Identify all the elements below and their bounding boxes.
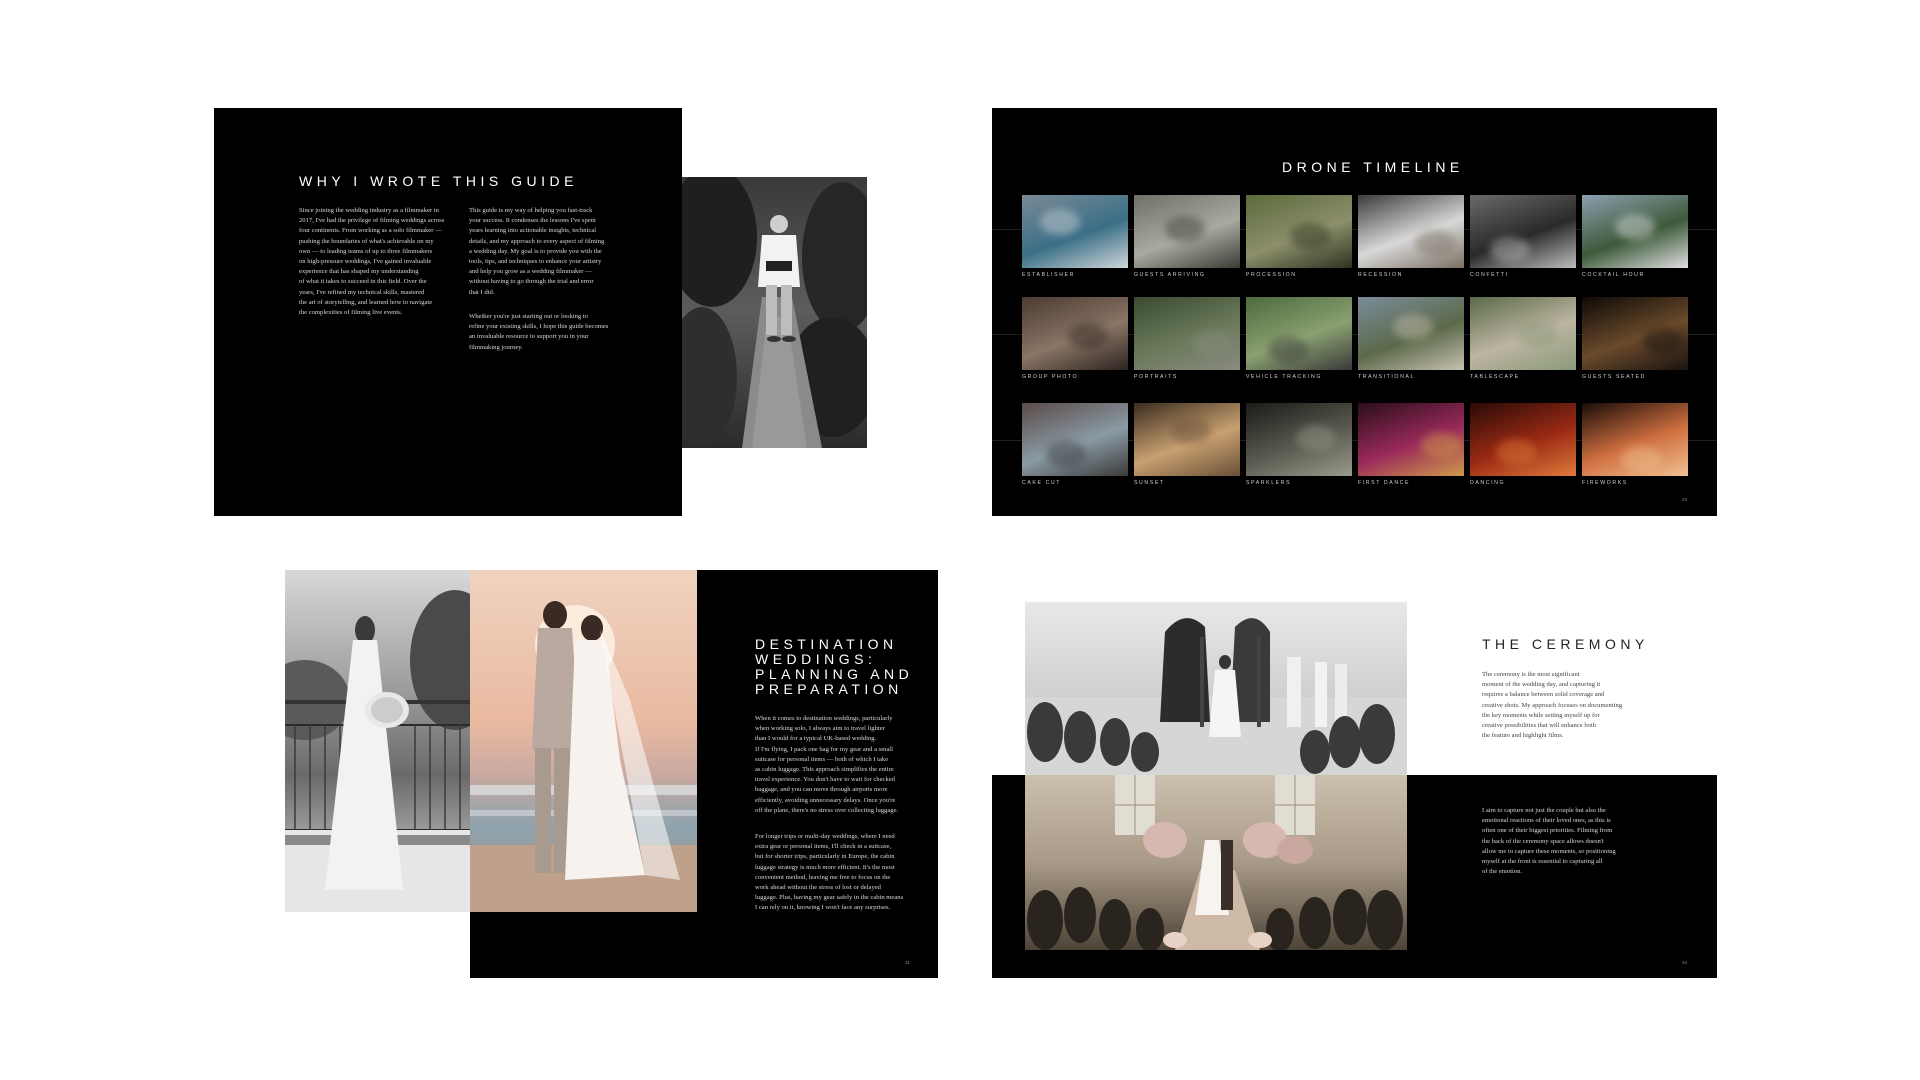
ceremony-page-number: 44: [1682, 960, 1688, 965]
indoor-ceremony-photo: [1025, 775, 1407, 950]
ceremony-title: THE CEREMONY: [1482, 636, 1649, 652]
spread-the-ceremony: THE CEREMONY The ceremony is the most si…: [0, 0, 1920, 1080]
beach-ceremony-photo: [1025, 602, 1407, 775]
ceremony-paragraph-1: The ceremony is the most significant mom…: [1482, 671, 1623, 740]
ceremony-paragraph-2: I aim to capture not just the couple but…: [1482, 807, 1616, 876]
